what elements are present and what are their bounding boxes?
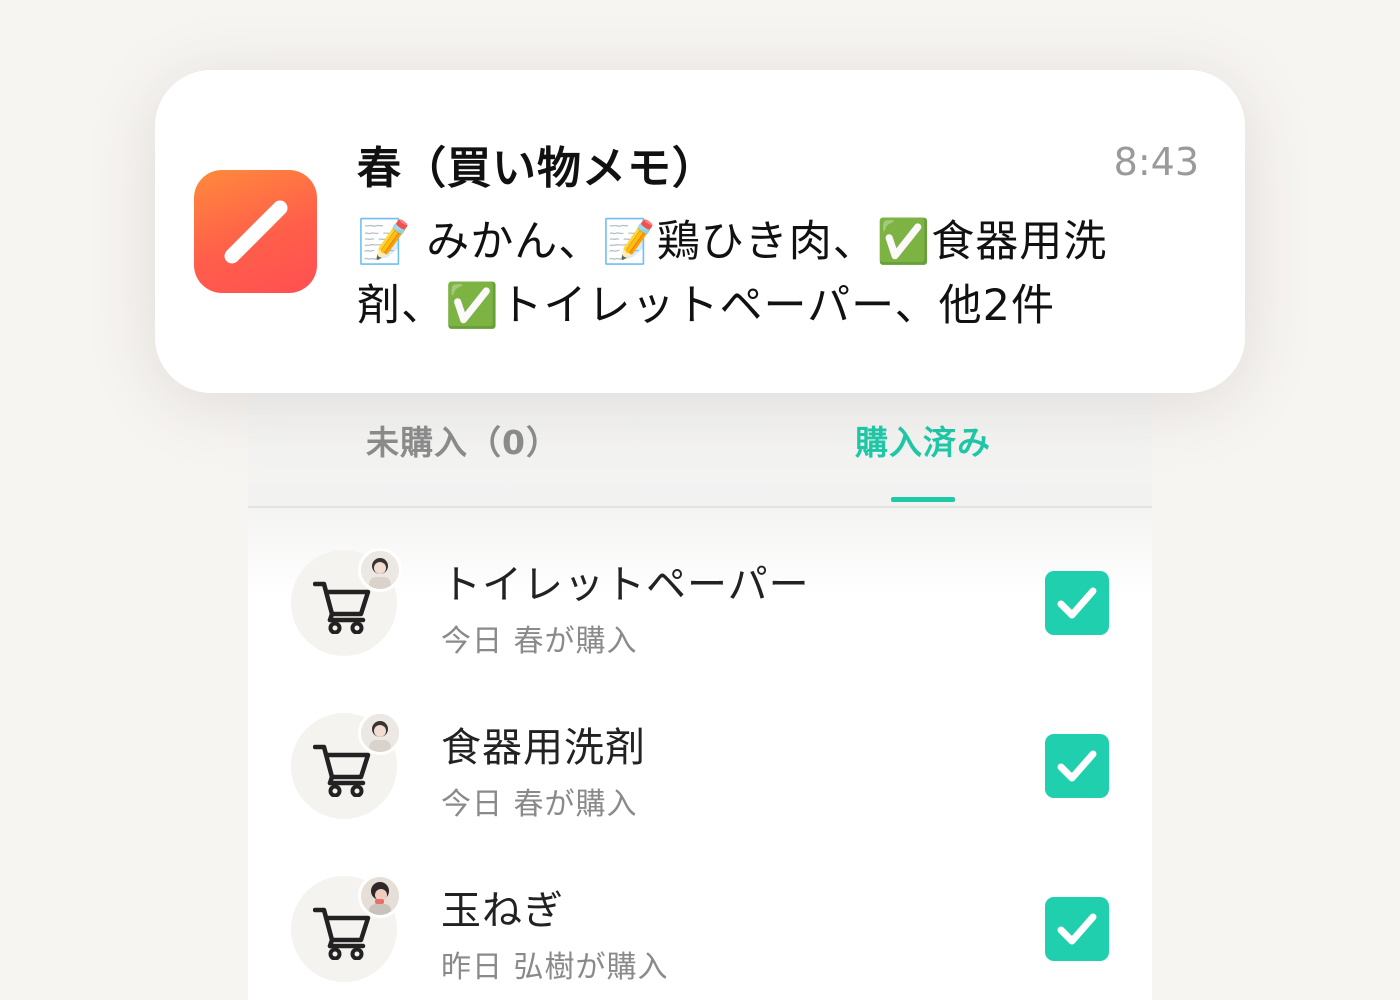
- purchased-checkbox[interactable]: [1045, 897, 1109, 961]
- user-avatar-icon: [361, 551, 399, 589]
- checkmark-icon: [1057, 587, 1097, 619]
- purchased-checkbox[interactable]: [1045, 734, 1109, 798]
- list-item[interactable]: トイレットペーパー 今日 春が購入: [248, 508, 1152, 671]
- item-purchase-info: 今日 春が購入: [441, 624, 638, 659]
- active-tab-indicator: [891, 497, 955, 502]
- item-purchase-info: 昨日 弘樹が購入: [441, 950, 669, 985]
- list-item[interactable]: 玉ねぎ 昨日 弘樹が購入: [248, 834, 1152, 997]
- checkmark-icon: [1057, 913, 1097, 945]
- notification-time: 8:43: [1113, 140, 1199, 184]
- user-avatar-icon: [361, 714, 399, 752]
- tab-purchased[interactable]: 購入済み: [793, 418, 1053, 468]
- pencil-icon: [224, 200, 288, 264]
- item-title: 玉ねぎ: [441, 888, 564, 934]
- push-notification[interactable]: 春（買い物メモ） 8:43 📝 みかん、📝鶏ひき肉、✅食器用洗剤、✅トイレットペ…: [155, 70, 1245, 393]
- item-title: 食器用洗剤: [441, 725, 646, 771]
- item-icon-badge: [291, 711, 402, 819]
- purchased-checkbox[interactable]: [1045, 571, 1109, 635]
- notification-body: 📝 みかん、📝鶏ひき肉、✅食器用洗剤、✅トイレットペーパー、他2件: [357, 217, 1108, 331]
- item-title: トイレットペーパー: [441, 562, 810, 608]
- avatar: [358, 548, 402, 592]
- notification-title: 春（買い物メモ）: [357, 143, 717, 194]
- pencil-app-icon: [194, 170, 317, 293]
- purchased-item-list: トイレットペーパー 今日 春が購入 食器用洗剤 今日 春が購入 玉ねぎ 昨日 弘…: [248, 508, 1152, 997]
- avatar: [358, 711, 402, 755]
- avatar: [358, 874, 402, 918]
- shopping-list-screen: 未購入（0） 購入済み トイレットペーパー 今日 春が購入 食器用洗剤 今日 春…: [248, 330, 1152, 1000]
- item-icon-badge: [291, 548, 402, 656]
- item-icon-badge: [291, 874, 402, 982]
- list-item[interactable]: 食器用洗剤 今日 春が購入: [248, 671, 1152, 834]
- cart-icon: [313, 744, 371, 797]
- user-avatar-icon: [361, 877, 399, 915]
- item-purchase-info: 今日 春が購入: [441, 787, 638, 822]
- cart-icon: [313, 907, 371, 960]
- cart-icon: [313, 581, 371, 634]
- checkmark-icon: [1057, 750, 1097, 782]
- tab-unpurchased[interactable]: 未購入（0）: [338, 418, 588, 468]
